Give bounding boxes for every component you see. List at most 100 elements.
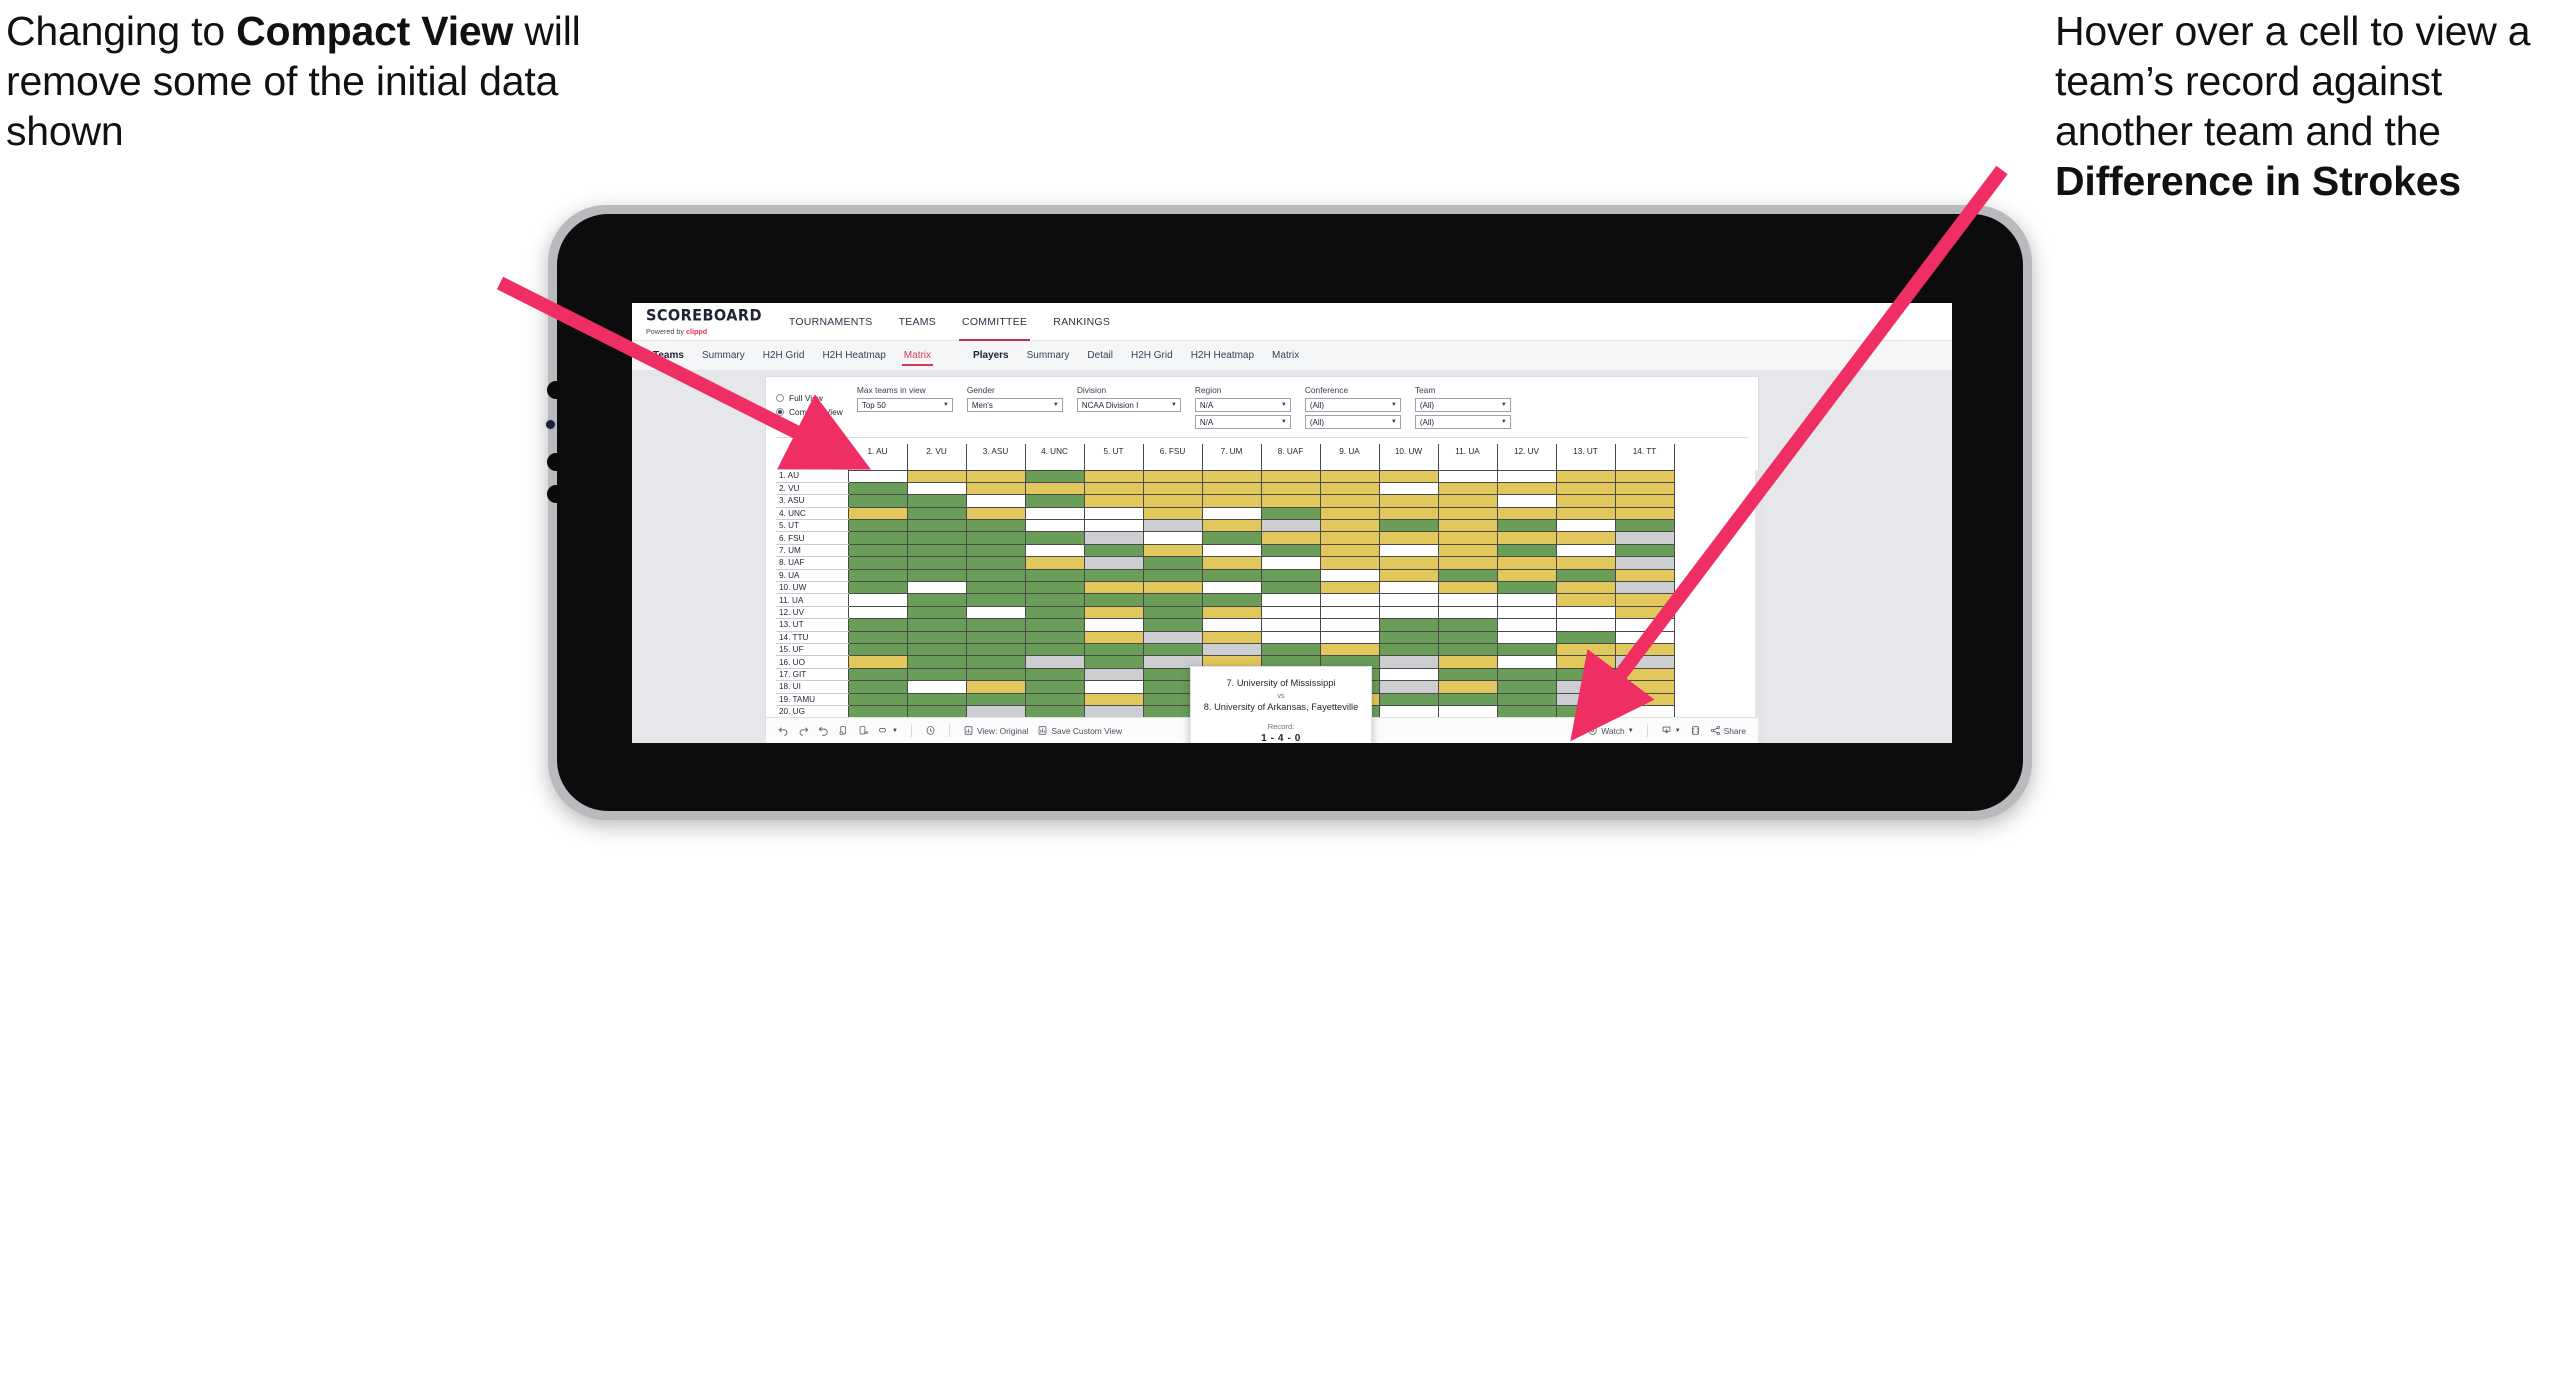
- matrix-column-header[interactable]: 12. UV: [1496, 444, 1557, 471]
- matrix-cell[interactable]: [1024, 593, 1085, 607]
- matrix-cell[interactable]: [1024, 519, 1085, 533]
- matrix-cell[interactable]: [1378, 494, 1439, 508]
- radio-compact-view[interactable]: Compact View: [776, 407, 843, 417]
- matrix-cell[interactable]: [1260, 544, 1321, 558]
- matrix-cell[interactable]: [1555, 569, 1616, 583]
- matrix-cell[interactable]: [1555, 631, 1616, 644]
- matrix-cell[interactable]: [906, 693, 967, 706]
- matrix-cell[interactable]: [1555, 494, 1616, 508]
- matrix-cell[interactable]: [965, 643, 1026, 657]
- matrix-row-header[interactable]: 13. UT: [776, 618, 848, 632]
- matrix-cell[interactable]: [1614, 693, 1675, 706]
- matrix-cell[interactable]: [906, 705, 967, 719]
- matrix-cell[interactable]: [1555, 507, 1616, 521]
- matrix-cell[interactable]: [1614, 618, 1675, 632]
- matrix-cell[interactable]: [1437, 705, 1498, 719]
- matrix-cell[interactable]: [1496, 569, 1557, 583]
- matrix-cell[interactable]: [1201, 606, 1262, 620]
- matrix-cell[interactable]: [1142, 519, 1203, 533]
- matrix-cell[interactable]: [1614, 606, 1675, 620]
- matrix-cell[interactable]: [965, 593, 1026, 607]
- matrix-cell[interactable]: [847, 569, 908, 583]
- redo-icon[interactable]: [798, 725, 809, 736]
- matrix-row-header[interactable]: 19. TAMU: [776, 693, 848, 706]
- matrix-cell[interactable]: [965, 482, 1026, 496]
- share-button[interactable]: Share: [1710, 725, 1746, 736]
- tab-players-h2h-grid[interactable]: H2H Grid: [1122, 341, 1182, 371]
- matrix-cell[interactable]: [1496, 618, 1557, 632]
- matrix-cell[interactable]: [906, 593, 967, 607]
- nav-item-committee[interactable]: COMMITTEE: [949, 303, 1040, 341]
- fullscreen-icon[interactable]: [1690, 725, 1701, 736]
- matrix-cell[interactable]: [1496, 680, 1557, 694]
- matrix-cell[interactable]: [1024, 631, 1085, 644]
- matrix-column-header[interactable]: 4. UNC: [1024, 444, 1085, 471]
- matrix-cell[interactable]: [1083, 581, 1144, 595]
- matrix-cell[interactable]: [906, 482, 967, 496]
- matrix-cell[interactable]: [965, 544, 1026, 558]
- view-original-button[interactable]: View: Original: [963, 725, 1028, 736]
- tab-teams-h2h-heatmap[interactable]: H2H Heatmap: [813, 341, 894, 371]
- matrix-cell[interactable]: [1319, 519, 1380, 533]
- matrix-cell[interactable]: [847, 593, 908, 607]
- matrix-cell[interactable]: [1142, 482, 1203, 496]
- matrix-cell[interactable]: [1083, 556, 1144, 570]
- matrix-row-header[interactable]: 5. UT: [776, 519, 848, 533]
- matrix-cell[interactable]: [1437, 581, 1498, 595]
- matrix-cell[interactable]: [1555, 519, 1616, 533]
- matrix-cell[interactable]: [1555, 705, 1616, 719]
- matrix-cell[interactable]: [965, 705, 1026, 719]
- matrix-cell[interactable]: [1083, 618, 1144, 632]
- matrix-cell[interactable]: [965, 668, 1026, 682]
- matrix-cell[interactable]: [1437, 507, 1498, 521]
- matrix-cell[interactable]: [1142, 631, 1203, 644]
- matrix-cell[interactable]: [1201, 631, 1262, 644]
- matrix-cell[interactable]: [847, 618, 908, 632]
- matrix-cell[interactable]: [1378, 531, 1439, 545]
- matrix-cell[interactable]: [1496, 606, 1557, 620]
- matrix-cell[interactable]: [1555, 618, 1616, 632]
- matrix-cell[interactable]: [1378, 544, 1439, 558]
- matrix-row-header[interactable]: 20. UG: [776, 705, 848, 719]
- matrix-cell[interactable]: [1083, 482, 1144, 496]
- matrix-cell[interactable]: [1083, 519, 1144, 533]
- matrix-cell[interactable]: [1083, 643, 1144, 657]
- matrix-cell[interactable]: [1378, 631, 1439, 644]
- matrix-row-header[interactable]: 8. UAF: [776, 556, 848, 570]
- matrix-cell[interactable]: [1024, 705, 1085, 719]
- matrix-cell[interactable]: [1496, 581, 1557, 595]
- matrix-cell[interactable]: [965, 556, 1026, 570]
- matrix-cell[interactable]: [1614, 519, 1675, 533]
- undo-icon[interactable]: [778, 725, 789, 736]
- matrix-cell[interactable]: [1496, 482, 1557, 496]
- matrix-column-header[interactable]: 10. UW: [1378, 444, 1439, 471]
- matrix-cell[interactable]: [847, 494, 908, 508]
- matrix-cell[interactable]: [847, 581, 908, 595]
- matrix-cell[interactable]: [1496, 643, 1557, 657]
- filter-region-select-1[interactable]: N/A ▼: [1194, 398, 1291, 412]
- matrix-cell[interactable]: [1555, 556, 1616, 570]
- matrix-cell[interactable]: [906, 544, 967, 558]
- matrix-cell[interactable]: [1142, 556, 1203, 570]
- filter-conference-select-2[interactable]: (All) ▼: [1304, 415, 1401, 429]
- matrix-cell[interactable]: [1024, 544, 1085, 558]
- matrix-cell[interactable]: [906, 507, 967, 521]
- matrix-row-header[interactable]: 18. UI: [776, 680, 848, 694]
- matrix-cell[interactable]: [1024, 470, 1085, 483]
- matrix-cell[interactable]: [1614, 643, 1675, 657]
- matrix-cell[interactable]: [965, 531, 1026, 545]
- matrix-cell[interactable]: [1024, 569, 1085, 583]
- matrix-cell[interactable]: [906, 531, 967, 545]
- matrix-row-header[interactable]: 2. VU: [776, 482, 848, 496]
- matrix-cell[interactable]: [1555, 693, 1616, 706]
- matrix-cell[interactable]: [965, 470, 1026, 483]
- matrix-cell[interactable]: [1378, 693, 1439, 706]
- matrix-cell[interactable]: [965, 693, 1026, 706]
- matrix-cell[interactable]: [1437, 556, 1498, 570]
- matrix-row-header[interactable]: 16. UO: [776, 655, 848, 669]
- matrix-cell[interactable]: [1614, 705, 1675, 719]
- matrix-cell[interactable]: [1319, 494, 1380, 508]
- matrix-cell[interactable]: [847, 531, 908, 545]
- matrix-cell[interactable]: [1319, 482, 1380, 496]
- tab-teams-matrix[interactable]: Matrix: [895, 341, 940, 371]
